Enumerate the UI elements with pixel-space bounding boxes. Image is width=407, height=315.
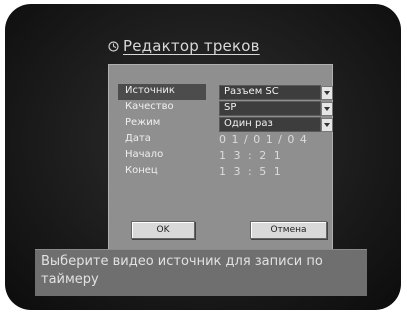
ok-button[interactable]: OK — [131, 221, 195, 239]
hint-message-box: Выберите видео источник для записи по та… — [35, 249, 367, 296]
source-label: Источник — [125, 85, 175, 96]
quality-dropdown-button[interactable] — [321, 102, 333, 116]
date-field[interactable]: 0 1 / 0 1 / 0 4 — [219, 133, 308, 146]
mode-dropdown-button[interactable] — [321, 118, 333, 132]
source-select[interactable]: Разъем SC — [219, 85, 333, 100]
mode-select[interactable]: Один раз — [219, 117, 333, 132]
hint-message: Выберите видео источник для записи по та… — [41, 254, 323, 287]
quality-select[interactable]: SP — [219, 101, 333, 116]
row-mode[interactable]: Режим Один раз — [118, 116, 333, 132]
quality-label: Качество — [125, 101, 174, 112]
dialog-title: Редактор треков — [123, 37, 260, 55]
source-value: Разъем SC — [224, 86, 279, 97]
clock-icon — [108, 41, 119, 52]
track-editor-panel: Источник Разъем SC Качество SP Режим Оди… — [108, 64, 333, 252]
date-label: Дата — [125, 133, 151, 144]
row-source[interactable]: Источник Разъем SC — [118, 84, 333, 100]
quality-value: SP — [224, 102, 237, 113]
mode-value: Один раз — [224, 118, 273, 129]
row-date[interactable]: Дата 0 1 / 0 1 / 0 4 — [118, 132, 330, 148]
row-end[interactable]: Конец 1 3 : 5 1 — [118, 164, 330, 180]
tv-screen: Редактор треков Источник Разъем SC Качес… — [5, 4, 401, 310]
start-label: Начало — [125, 149, 164, 160]
mode-label: Режим — [125, 117, 161, 128]
source-dropdown-button[interactable] — [321, 86, 333, 100]
cancel-button[interactable]: Отмена — [250, 221, 327, 239]
end-time-field[interactable]: 1 3 : 5 1 — [219, 165, 283, 178]
start-time-field[interactable]: 1 3 : 2 1 — [219, 149, 283, 162]
end-label: Конец — [125, 165, 158, 176]
row-start[interactable]: Начало 1 3 : 2 1 — [118, 148, 330, 164]
row-quality[interactable]: Качество SP — [118, 100, 333, 116]
